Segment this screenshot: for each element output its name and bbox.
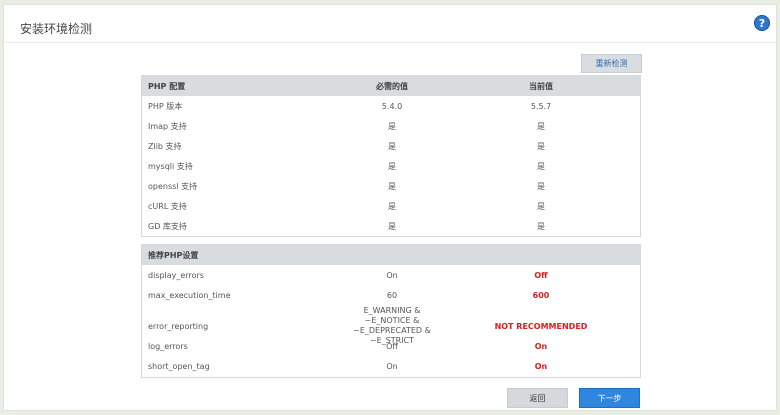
table-row: max_execution_time 60 600 bbox=[142, 286, 640, 307]
table-row: openssl 支持 是 是 bbox=[142, 176, 640, 196]
table-row: mysqli 支持 是 是 bbox=[142, 156, 640, 176]
page-title: 安装环境检测 bbox=[20, 22, 93, 36]
row-current: 是 bbox=[537, 141, 545, 151]
table-row: short_open_tag On On bbox=[142, 357, 640, 378]
setting-recommended: Off bbox=[386, 341, 398, 351]
php-config-header: PHP 配置 必需的值 当前值 bbox=[142, 76, 640, 96]
row-required: 5.4.0 bbox=[381, 101, 403, 111]
header-php-config: PHP 配置 bbox=[148, 81, 186, 91]
setting-current: NOT RECOMMENDED bbox=[494, 321, 588, 331]
row-current: 是 bbox=[537, 201, 545, 211]
help-icon[interactable]: ? bbox=[754, 15, 770, 31]
row-label: GD 库支持 bbox=[148, 221, 187, 231]
setting-current: On bbox=[534, 341, 548, 351]
row-current: 是 bbox=[537, 161, 545, 171]
row-required: 是 bbox=[388, 161, 396, 171]
recommended-settings-header: 推荐PHP设置 bbox=[142, 245, 640, 265]
php-config-table: PHP 配置 必需的值 当前值 PHP 版本 5.4.0 5.5.7 Imap … bbox=[141, 75, 641, 237]
setting-name: display_errors bbox=[148, 270, 204, 280]
header-required: 必需的值 bbox=[376, 81, 408, 91]
row-current: 5.5.7 bbox=[530, 101, 552, 111]
row-current: 是 bbox=[537, 221, 545, 231]
setting-name: log_errors bbox=[148, 341, 188, 351]
recommended-php-settings-table: 推荐PHP设置 display_errors On Off max_execut… bbox=[141, 244, 641, 378]
recheck-button[interactable]: 重新检测 bbox=[581, 54, 642, 73]
row-required: 是 bbox=[388, 121, 396, 131]
row-label: cURL 支持 bbox=[148, 201, 187, 211]
setting-name: error_reporting bbox=[148, 321, 209, 331]
row-label: Zlib 支持 bbox=[148, 141, 182, 151]
setting-name: max_execution_time bbox=[148, 291, 231, 301]
table-row: Zlib 支持 是 是 bbox=[142, 136, 640, 156]
setting-recommended: On bbox=[386, 270, 398, 280]
table-row: error_reporting E_WARNING & ~E_NOTICE & … bbox=[142, 306, 640, 345]
row-required: 是 bbox=[388, 141, 396, 151]
row-required: 是 bbox=[388, 181, 396, 191]
row-label: PHP 版本 bbox=[148, 101, 183, 111]
table-row: GD 库支持 是 是 bbox=[142, 216, 640, 236]
setting-recommended: On bbox=[386, 362, 398, 372]
table-row: PHP 版本 5.4.0 5.5.7 bbox=[142, 96, 640, 116]
table-row: cURL 支持 是 是 bbox=[142, 196, 640, 216]
row-label: mysqli 支持 bbox=[148, 161, 193, 171]
setting-recommended: E_WARNING & ~E_NOTICE & ~E_DEPRECATED & … bbox=[353, 306, 431, 345]
back-button[interactable]: 返回 bbox=[507, 388, 568, 408]
setting-current: 600 bbox=[532, 291, 550, 301]
setting-current: On bbox=[534, 362, 548, 372]
row-current: 是 bbox=[537, 181, 545, 191]
row-label: Imap 支持 bbox=[148, 121, 187, 131]
next-button[interactable]: 下一步 bbox=[579, 388, 640, 408]
table-row: Imap 支持 是 是 bbox=[142, 116, 640, 136]
table-row: display_errors On Off bbox=[142, 265, 640, 286]
setting-current: Off bbox=[534, 270, 548, 280]
row-current: 是 bbox=[537, 121, 545, 131]
header-current: 当前值 bbox=[529, 81, 553, 91]
setting-name: short_open_tag bbox=[148, 362, 210, 372]
title-divider bbox=[4, 42, 776, 43]
install-check-panel: 安装环境检测 ? 重新检测 PHP 配置 必需的值 当前值 PHP 版本 5.4… bbox=[3, 4, 777, 411]
setting-recommended: 60 bbox=[386, 291, 398, 301]
row-required: 是 bbox=[388, 221, 396, 231]
row-label: openssl 支持 bbox=[148, 181, 198, 191]
recommended-settings-title: 推荐PHP设置 bbox=[148, 250, 199, 260]
row-required: 是 bbox=[388, 201, 396, 211]
